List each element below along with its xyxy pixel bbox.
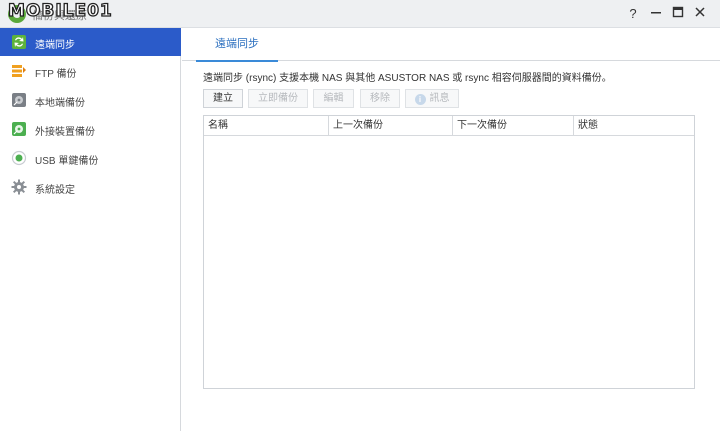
sidebar-item-label: FTP 備份 — [35, 69, 77, 80]
gear-icon — [11, 179, 27, 195]
sidebar-item-label: 外接裝置備份 — [35, 127, 95, 138]
sidebar-item-label: 本地端備份 — [35, 98, 85, 109]
sidebar-item-usb-backup[interactable]: USB 單鍵備份 — [0, 144, 181, 172]
sidebar-item-label: 遠端同步 — [35, 40, 75, 51]
title-bar: 備份與還原 MOBILE01 ? — [0, 0, 720, 28]
table-header: 名稱 上一次備份 下一次備份 狀態 — [204, 116, 694, 136]
info-button[interactable]: i 訊息 — [405, 89, 459, 108]
close-icon[interactable] — [691, 5, 709, 23]
sidebar-item-local-backup[interactable]: 本地端備份 — [0, 86, 181, 114]
ftp-server-icon — [11, 63, 27, 79]
sidebar-item-system-settings[interactable]: 系統設定 — [0, 173, 181, 201]
minimize-icon[interactable] — [647, 5, 665, 23]
edit-button[interactable]: 編輯 — [313, 89, 354, 108]
remove-button[interactable]: 移除 — [360, 89, 400, 108]
backup-now-button[interactable]: 立即備份 — [248, 89, 308, 108]
sidebar-item-ftp-backup[interactable]: FTP 備份 — [0, 57, 181, 85]
info-button-label: 訊息 — [429, 93, 450, 104]
sidebar: 遠端同步 FTP 備份 本地端備份 外接裝置備份 USB 單鍵備份 系統設定 — [0, 28, 181, 431]
sidebar-item-label: 系統設定 — [35, 185, 75, 196]
info-icon: i — [414, 94, 426, 105]
usb-button-icon — [11, 150, 27, 166]
sidebar-item-external-backup[interactable]: 外接裝置備份 — [0, 115, 181, 143]
create-button[interactable]: 建立 — [203, 89, 243, 108]
sidebar-item-remote-sync[interactable]: 遠端同步 — [0, 28, 181, 56]
column-header-status[interactable]: 狀態 — [574, 116, 694, 136]
column-header-next-backup[interactable]: 下一次備份 — [453, 116, 574, 136]
tab-bar: 遠端同步 — [182, 28, 720, 62]
tab-remote-sync[interactable]: 遠端同步 — [196, 28, 278, 62]
help-icon[interactable]: ? — [624, 5, 642, 23]
local-disk-icon — [11, 92, 27, 108]
description-text: 遠端同步 (rsync) 支援本機 NAS 與其他 ASUSTOR NAS 或 … — [203, 73, 612, 84]
watermark-logo: MOBILE01 — [7, 0, 113, 21]
external-device-icon — [11, 121, 27, 137]
sidebar-item-label: USB 單鍵備份 — [35, 156, 99, 167]
backup-job-table: 名稱 上一次備份 下一次備份 狀態 — [203, 115, 695, 389]
maximize-icon[interactable] — [669, 5, 687, 23]
sync-icon — [11, 34, 27, 50]
column-header-last-backup[interactable]: 上一次備份 — [329, 116, 453, 136]
column-header-name[interactable]: 名稱 — [204, 116, 329, 136]
